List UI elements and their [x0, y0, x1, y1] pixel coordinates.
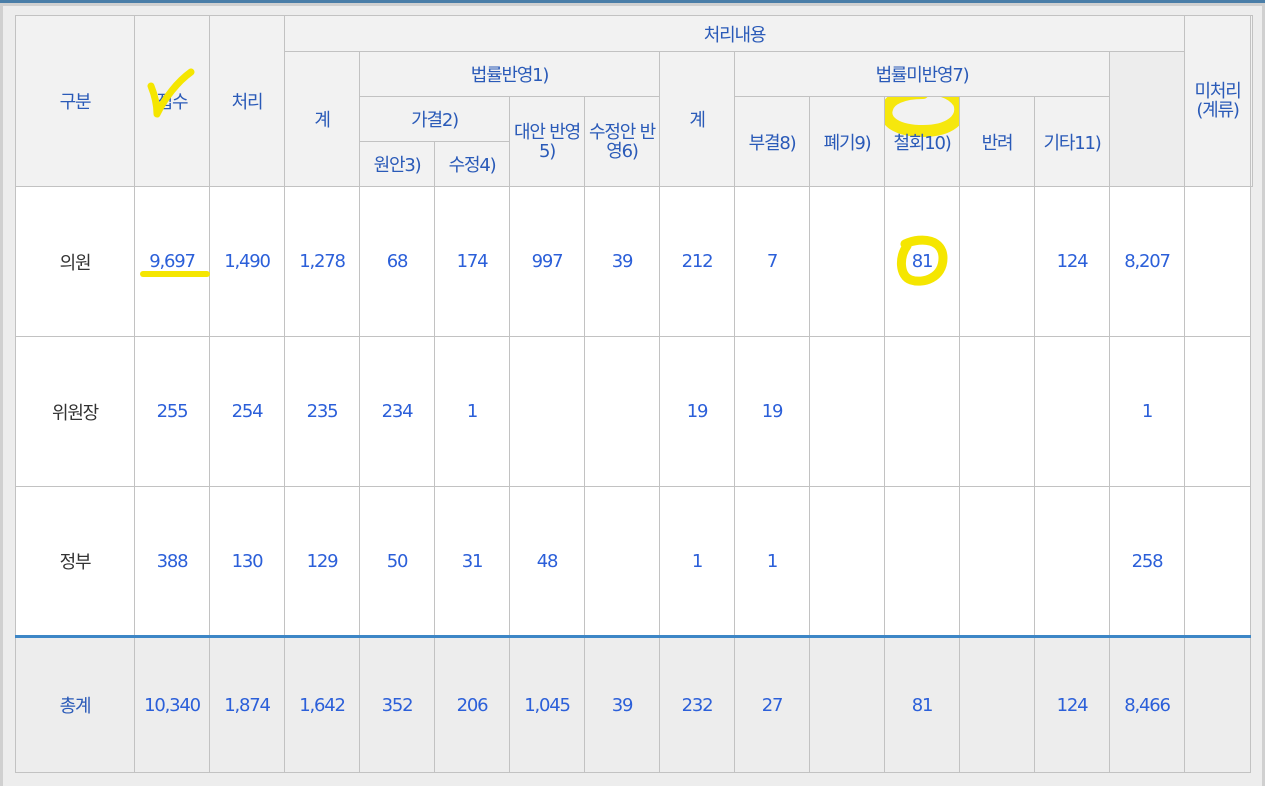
- cell-remarks: [1184, 486, 1252, 637]
- header-detail-group: 처리내용: [283, 15, 1186, 52]
- cell-withdrawn: 81: [884, 186, 960, 337]
- header-nonreflected-total: 계: [659, 51, 735, 187]
- cell-other: 124: [1034, 186, 1110, 337]
- cell-withdrawn: [884, 336, 960, 487]
- header-withdrawn: 철회10): [884, 96, 960, 187]
- cell-unprocessed: 258: [1108, 486, 1186, 637]
- cell-original: 234: [359, 336, 435, 487]
- cell-rejected: 1: [734, 486, 810, 637]
- total-amended: 206: [434, 635, 510, 773]
- table-row: 정부 388 130 129 50 31 48 1 1 258: [15, 486, 1253, 637]
- cell-other: [1034, 336, 1110, 487]
- header-passed-group: 가결2): [359, 96, 510, 142]
- cell-remarks: [1184, 336, 1252, 487]
- header-withdrawn-label: 철회10): [893, 132, 951, 154]
- header-amend-reflect: 수정안 반영6): [584, 96, 660, 187]
- header-original: 원안3): [359, 141, 435, 187]
- total-rejected: 27: [734, 635, 810, 773]
- header-received: 접수: [134, 15, 210, 187]
- total-alternative: 1,045: [509, 635, 585, 773]
- header-alternative: 대안 반영5): [509, 96, 585, 187]
- header-amended: 수정4): [434, 141, 510, 187]
- cell-received: 388: [134, 486, 210, 637]
- cell-nonrefl-total: 1: [659, 486, 735, 637]
- cell-amended: 174: [434, 186, 510, 337]
- cell-alternative: 997: [509, 186, 585, 337]
- cell-unprocessed: 8,207: [1108, 186, 1186, 337]
- header-discarded: 폐기9): [809, 96, 885, 187]
- header-other: 기타11): [1034, 96, 1110, 187]
- cell-rejected: 7: [734, 186, 810, 337]
- cell-other: [1034, 486, 1110, 637]
- row-label: 의원: [15, 186, 135, 337]
- total-nonrefl-total: 232: [659, 635, 735, 773]
- row-label: 위원장: [15, 336, 135, 487]
- cell-withdrawn-value: 81: [911, 251, 934, 272]
- table-row: 위원장 255 254 235 234 1 19 19 1: [15, 336, 1253, 487]
- header-remarks: 비고: [1250, 15, 1253, 187]
- cell-returned: [959, 486, 1035, 637]
- cell-nonrefl-total: 19: [659, 336, 735, 487]
- cell-amended: 1: [434, 336, 510, 487]
- cell-rejected: 19: [734, 336, 810, 487]
- total-label: 총계: [15, 635, 135, 773]
- header-not-reflected-group: 법률미반영7): [734, 51, 1110, 97]
- cell-processed: 254: [209, 336, 285, 487]
- cell-withdrawn: [884, 486, 960, 637]
- cell-discarded: [809, 336, 885, 487]
- cell-returned: [959, 186, 1035, 337]
- cell-original: 50: [359, 486, 435, 637]
- total-processed: 1,874: [209, 635, 285, 773]
- total-amend-reflect: 39: [584, 635, 660, 773]
- window-frame: 구분 접수 처리 처리내용 미처리 (계류) 비고 계 법률반영1) 계 법률미…: [0, 0, 1265, 786]
- total-received: 10,340: [134, 635, 210, 773]
- cell-amend-reflect: [584, 336, 660, 487]
- total-remarks: [1184, 635, 1252, 773]
- underline-highlight: [140, 271, 210, 277]
- row-label: 정부: [15, 486, 135, 637]
- header-rejected: 부결8): [734, 96, 810, 187]
- cell-amend-reflect: [584, 486, 660, 637]
- cell-returned: [959, 336, 1035, 487]
- total-returned: [959, 635, 1035, 773]
- cell-refl-total: 235: [284, 336, 360, 487]
- total-unprocessed: 8,466: [1108, 635, 1186, 773]
- header-reflected-total: 계: [284, 51, 360, 187]
- cell-processed: 1,490: [209, 186, 285, 337]
- table-row: 의원 9,697 1,490 1,278 68 174 997 39 212 7…: [15, 186, 1253, 337]
- header-processed: 처리: [209, 15, 285, 187]
- total-refl-total: 1,642: [284, 635, 360, 773]
- cell-discarded: [809, 186, 885, 337]
- header-unprocessed: 미처리 (계류): [1184, 15, 1252, 187]
- cell-refl-total: 1,278: [284, 186, 360, 337]
- total-original: 352: [359, 635, 435, 773]
- header-group: 구분: [15, 15, 135, 187]
- cell-original: 68: [359, 186, 435, 337]
- cell-alternative: [509, 336, 585, 487]
- cell-discarded: [809, 486, 885, 637]
- header-returned: 반려: [959, 96, 1035, 187]
- cell-nonrefl-total: 212: [659, 186, 735, 337]
- cell-amend-reflect: 39: [584, 186, 660, 337]
- total-withdrawn: 81: [884, 635, 960, 773]
- table-container: 구분 접수 처리 처리내용 미처리 (계류) 비고 계 법률반영1) 계 법률미…: [3, 6, 1262, 786]
- cell-processed: 130: [209, 486, 285, 637]
- total-row: 총계 10,340 1,874 1,642 352 206 1,045 39 2…: [15, 635, 1253, 773]
- cell-refl-total: 129: [284, 486, 360, 637]
- cell-received: 255: [134, 336, 210, 487]
- cell-amended: 31: [434, 486, 510, 637]
- cell-remarks: [1184, 186, 1252, 337]
- cell-received: 9,697: [134, 186, 210, 337]
- total-discarded: [809, 635, 885, 773]
- header-reflected-group: 법률반영1): [359, 51, 660, 97]
- total-other: 124: [1034, 635, 1110, 773]
- cell-unprocessed: 1: [1108, 336, 1186, 487]
- bill-statistics-table: 구분 접수 처리 처리내용 미처리 (계류) 비고 계 법률반영1) 계 법률미…: [15, 15, 1253, 773]
- cell-alternative: 48: [509, 486, 585, 637]
